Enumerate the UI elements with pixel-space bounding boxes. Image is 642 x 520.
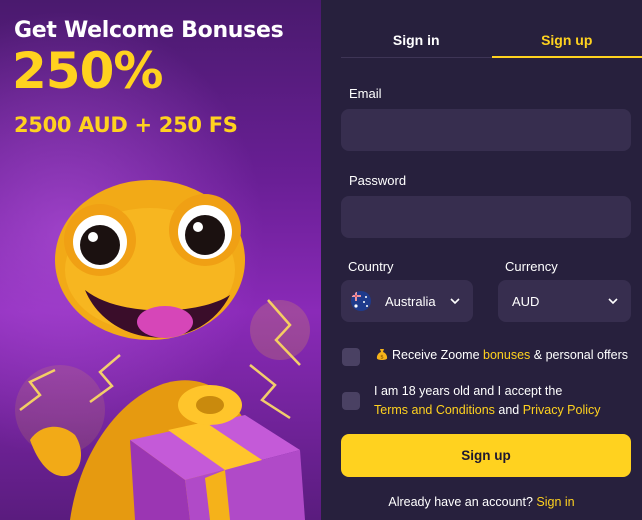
footer-sign-in-prompt: Already have an account? Sign in [321,495,642,509]
currency-label: Currency [505,259,558,274]
email-label: Email [349,86,382,101]
country-select[interactable]: Australia [341,280,473,322]
currency-select[interactable]: AUD [498,280,631,322]
sign-up-button[interactable]: Sign up [341,434,631,477]
money-bag-icon: $ [376,349,388,361]
tab-sign-in[interactable]: Sign in [341,24,492,58]
promo-title: Get Welcome Bonuses [14,18,284,43]
auth-tabs: Sign in Sign up [341,24,642,58]
password-label: Password [349,173,407,188]
promo-percent: 250% [12,42,163,100]
password-field[interactable] [341,196,631,238]
country-label: Country [348,259,394,274]
terms-text-line1: I am 18 years old and I accept the [374,384,563,398]
tab-sign-up[interactable]: Sign up [491,24,642,58]
promo-banner: Get Welcome Bonuses 250% 2500 AUD + 250 … [0,0,321,520]
footer-text: Already have an account? [388,495,537,509]
signup-form-panel: Sign in Sign up Email Password Country A… [321,0,642,520]
terms-label: I am 18 years old and I accept the Terms… [374,382,640,420]
bonus-text-suffix: & personal offers [530,348,629,362]
privacy-policy-link[interactable]: Privacy Policy [523,403,601,417]
svg-text:$: $ [380,355,384,361]
chevron-down-icon [608,298,618,305]
terms-and-conditions-link[interactable]: Terms and Conditions [374,403,495,417]
terms-checkbox[interactable] [342,392,360,410]
bonuses-link[interactable]: bonuses [483,348,530,362]
footer-sign-in-link[interactable]: Sign in [536,495,574,509]
bonus-offers-label: $ Receive Zoome bonuses & personal offer… [376,346,642,365]
bonus-offers-checkbox[interactable] [342,348,360,366]
chevron-down-icon [450,298,460,305]
country-value: Australia [385,293,436,309]
terms-text-middle: and [494,403,523,417]
australia-flag-icon [351,291,371,311]
gecko-mascot-illustration [15,180,310,520]
promo-subtitle: 2500 AUD + 250 FS [14,113,238,137]
currency-value: AUD [512,293,540,309]
bonus-text-prefix: Receive Zoome [392,348,484,362]
email-field[interactable] [341,109,631,151]
